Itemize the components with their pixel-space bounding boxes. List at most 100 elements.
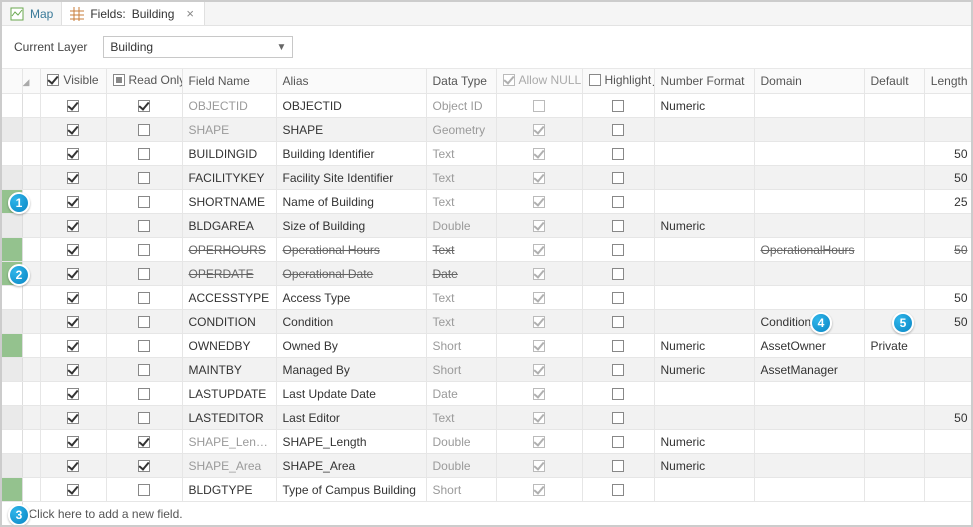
cell-datatype[interactable]: Geometry [426, 118, 496, 142]
readonly-checkbox[interactable] [138, 244, 150, 256]
cell-domain[interactable] [754, 382, 864, 406]
cell-length[interactable] [924, 430, 973, 454]
readonly-checkbox[interactable] [138, 412, 150, 424]
tab-fields[interactable]: Fields: Building × [62, 2, 205, 25]
visible-checkbox[interactable] [67, 484, 79, 496]
table-row[interactable]: SHAPESHAPEGeometry [2, 118, 973, 142]
cell-default[interactable] [864, 286, 924, 310]
cell-fieldname[interactable]: ACCESSTYPE [182, 286, 276, 310]
header-domain[interactable]: Domain [754, 69, 864, 94]
cell-fieldname[interactable]: FACILITYKEY [182, 166, 276, 190]
cell-numberformat[interactable] [654, 118, 754, 142]
readonly-checkbox[interactable] [138, 292, 150, 304]
row-selector[interactable] [22, 334, 40, 358]
cell-domain[interactable] [754, 478, 864, 502]
cell-length[interactable]: 50 [924, 142, 973, 166]
highlight-checkbox[interactable] [612, 364, 624, 376]
table-row[interactable]: BLDGAREASize of BuildingDoubleNumeric [2, 214, 973, 238]
readonly-checkbox[interactable] [138, 124, 150, 136]
visible-checkbox[interactable] [67, 412, 79, 424]
cell-domain[interactable] [754, 286, 864, 310]
cell-length[interactable]: 50 [924, 238, 973, 262]
highlight-checkbox[interactable] [612, 196, 624, 208]
cell-default[interactable] [864, 214, 924, 238]
visible-checkbox[interactable] [67, 364, 79, 376]
cell-fieldname[interactable]: BUILDINGID [182, 142, 276, 166]
highlight-checkbox[interactable] [612, 268, 624, 280]
cell-default[interactable] [864, 94, 924, 118]
header-fieldname[interactable]: Field Name [182, 69, 276, 94]
cell-numberformat[interactable] [654, 166, 754, 190]
row-header[interactable] [2, 214, 22, 238]
cell-alias[interactable]: Facility Site Identifier [276, 166, 426, 190]
highlight-checkbox[interactable] [612, 244, 624, 256]
visible-checkbox[interactable] [67, 292, 79, 304]
cell-numberformat[interactable]: Numeric [654, 334, 754, 358]
cell-default[interactable] [864, 430, 924, 454]
table-row[interactable]: SHAPE_AreaSHAPE_AreaDoubleNumeric [2, 454, 973, 478]
cell-length[interactable] [924, 214, 973, 238]
select-all-header[interactable]: ◢ [22, 69, 40, 94]
table-row[interactable]: OPERDATEOperational DateDate [2, 262, 973, 286]
cell-default[interactable] [864, 406, 924, 430]
cell-alias[interactable]: Condition [276, 310, 426, 334]
cell-alias[interactable]: Last Update Date [276, 382, 426, 406]
row-header[interactable] [2, 382, 22, 406]
readonly-checkbox[interactable] [138, 316, 150, 328]
cell-length[interactable]: 25 [924, 190, 973, 214]
table-row[interactable]: SHAPE_LengthSHAPE_LengthDoubleNumeric [2, 430, 973, 454]
header-datatype[interactable]: Data Type [426, 69, 496, 94]
cell-fieldname[interactable]: LASTEDITOR [182, 406, 276, 430]
cell-alias[interactable]: Type of Campus Building [276, 478, 426, 502]
cell-datatype[interactable]: Date [426, 262, 496, 286]
cell-default[interactable] [864, 118, 924, 142]
visible-checkbox[interactable] [67, 460, 79, 472]
cell-length[interactable] [924, 262, 973, 286]
visible-checkbox[interactable] [67, 124, 79, 136]
row-header[interactable] [2, 142, 22, 166]
highlight-checkbox[interactable] [612, 388, 624, 400]
header-readonly[interactable]: Read Only [106, 69, 182, 94]
highlight-checkbox[interactable] [612, 100, 624, 112]
row-selector[interactable] [22, 406, 40, 430]
highlight-checkbox[interactable] [612, 292, 624, 304]
cell-numberformat[interactable]: Numeric [654, 430, 754, 454]
cell-default[interactable] [864, 358, 924, 382]
cell-datatype[interactable]: Text [426, 142, 496, 166]
header-highlight[interactable]: Highlight [582, 69, 654, 94]
visible-checkbox[interactable] [67, 388, 79, 400]
cell-length[interactable] [924, 118, 973, 142]
cell-alias[interactable]: SHAPE [276, 118, 426, 142]
cell-alias[interactable]: Owned By [276, 334, 426, 358]
cell-numberformat[interactable] [654, 262, 754, 286]
cell-domain[interactable]: AssetManager [754, 358, 864, 382]
cell-length[interactable] [924, 358, 973, 382]
cell-domain[interactable] [754, 406, 864, 430]
cell-domain[interactable] [754, 118, 864, 142]
readonly-checkbox[interactable] [138, 148, 150, 160]
readonly-checkbox[interactable] [138, 100, 150, 112]
header-visible[interactable]: Visible [40, 69, 106, 94]
cell-datatype[interactable]: Double [426, 454, 496, 478]
cell-datatype[interactable]: Object ID [426, 94, 496, 118]
highlight-checkbox[interactable] [612, 460, 624, 472]
cell-default[interactable] [864, 454, 924, 478]
visible-checkbox[interactable] [67, 220, 79, 232]
visible-checkbox[interactable] [67, 268, 79, 280]
visible-checkbox[interactable] [67, 340, 79, 352]
row-selector[interactable] [22, 310, 40, 334]
row-header[interactable] [2, 406, 22, 430]
cell-datatype[interactable]: Double [426, 214, 496, 238]
cell-domain[interactable] [754, 142, 864, 166]
cell-default[interactable] [864, 262, 924, 286]
cell-length[interactable]: 50 [924, 166, 973, 190]
add-field-row[interactable]: Click here to add a new field. [2, 502, 973, 526]
readonly-checkbox[interactable] [138, 436, 150, 448]
row-selector[interactable] [22, 118, 40, 142]
highlight-checkbox[interactable] [612, 316, 624, 328]
cell-datatype[interactable]: Text [426, 190, 496, 214]
row-selector[interactable] [22, 358, 40, 382]
cell-numberformat[interactable]: Numeric [654, 94, 754, 118]
table-row[interactable]: ACCESSTYPEAccess TypeText50 [2, 286, 973, 310]
row-header[interactable] [2, 166, 22, 190]
